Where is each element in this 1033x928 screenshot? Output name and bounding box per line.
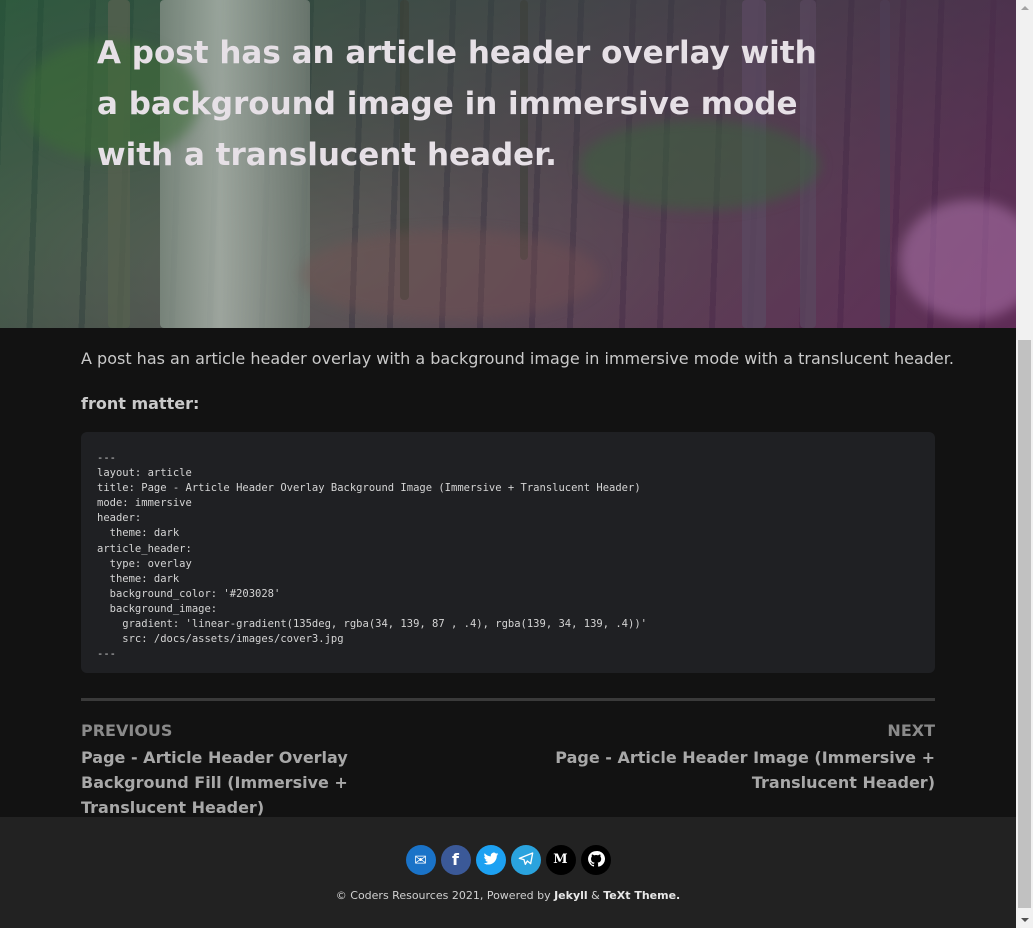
jekyll-link[interactable]: Jekyll [554, 889, 588, 902]
code-line: mode: immersive [97, 497, 192, 510]
facebook-link[interactable]: f [440, 845, 471, 875]
email-link[interactable]: ✉ [405, 845, 436, 875]
arrow-up-icon [1021, 6, 1029, 10]
code-line: theme: dark [97, 572, 180, 585]
previous-label: PREVIOUS [81, 721, 173, 740]
vertical-scrollbar[interactable] [1016, 0, 1033, 928]
github-link[interactable] [580, 845, 611, 875]
code-line: background_image: [97, 602, 218, 615]
code-line: type: overlay [97, 557, 192, 570]
footer: ✉ f M © Coders Resources 2021, Powered b… [0, 817, 1016, 928]
twitter-icon [476, 845, 506, 875]
previous-post-nav: PREVIOUS Page - Article Header Overlay B… [81, 720, 441, 820]
foliage-image [900, 200, 1016, 320]
code-line: theme: dark [97, 527, 180, 540]
code-line: background_color: '#203028' [97, 587, 281, 600]
scroll-down-button[interactable] [1016, 911, 1033, 928]
next-post-nav: NEXT Page - Article Header Image (Immers… [515, 720, 935, 795]
social-links: ✉ f M [0, 845, 1016, 875]
scroll-up-button[interactable] [1016, 0, 1033, 17]
divider [81, 698, 935, 701]
front-matter-label: front matter: [81, 394, 200, 413]
medium-icon: M [553, 852, 568, 867]
telegram-link[interactable] [510, 845, 541, 875]
telegram-icon [511, 845, 541, 875]
copyright: © Coders Resources 2021, Powered by Jeky… [0, 889, 1016, 902]
article-header-overlay: A post has an article header overlay wit… [0, 0, 1016, 328]
tree-trunk-image [880, 0, 890, 328]
previous-post-link[interactable]: Page - Article Header Overlay Background… [81, 745, 441, 820]
code-line: title: Page - Article Header Overlay Bac… [97, 482, 641, 495]
medium-link[interactable]: M [545, 845, 576, 875]
code-line: src: /docs/assets/images/cover3.jpg [97, 633, 344, 646]
code-line: article_header: [97, 542, 192, 555]
text-theme-link[interactable]: TeXt Theme. [603, 889, 680, 902]
next-post-link[interactable]: Page - Article Header Image (Immersive +… [515, 745, 935, 795]
article-title: A post has an article header overlay wit… [97, 35, 817, 173]
next-label: NEXT [887, 721, 935, 740]
copyright-text: © Coders Resources 2021, Powered by [335, 889, 555, 902]
code-line: layout: article [97, 467, 192, 480]
page: A post has an article header overlay wit… [0, 0, 1016, 928]
article-intro: A post has an article header overlay wit… [81, 349, 954, 368]
arrow-down-icon [1021, 918, 1029, 922]
code-block: --- layout: article title: Page - Articl… [81, 432, 935, 673]
code-line: header: [97, 512, 142, 525]
foliage-image [300, 230, 600, 320]
code-line: gradient: 'linear-gradient(135deg, rgba(… [97, 618, 647, 631]
ampersand: & [587, 889, 604, 902]
envelope-icon: ✉ [414, 851, 427, 869]
code-line: --- [97, 648, 116, 661]
code-line: --- [97, 452, 116, 464]
facebook-icon: f [452, 850, 459, 869]
scrollbar-thumb[interactable] [1018, 340, 1031, 908]
twitter-link[interactable] [475, 845, 506, 875]
github-icon [581, 845, 611, 875]
